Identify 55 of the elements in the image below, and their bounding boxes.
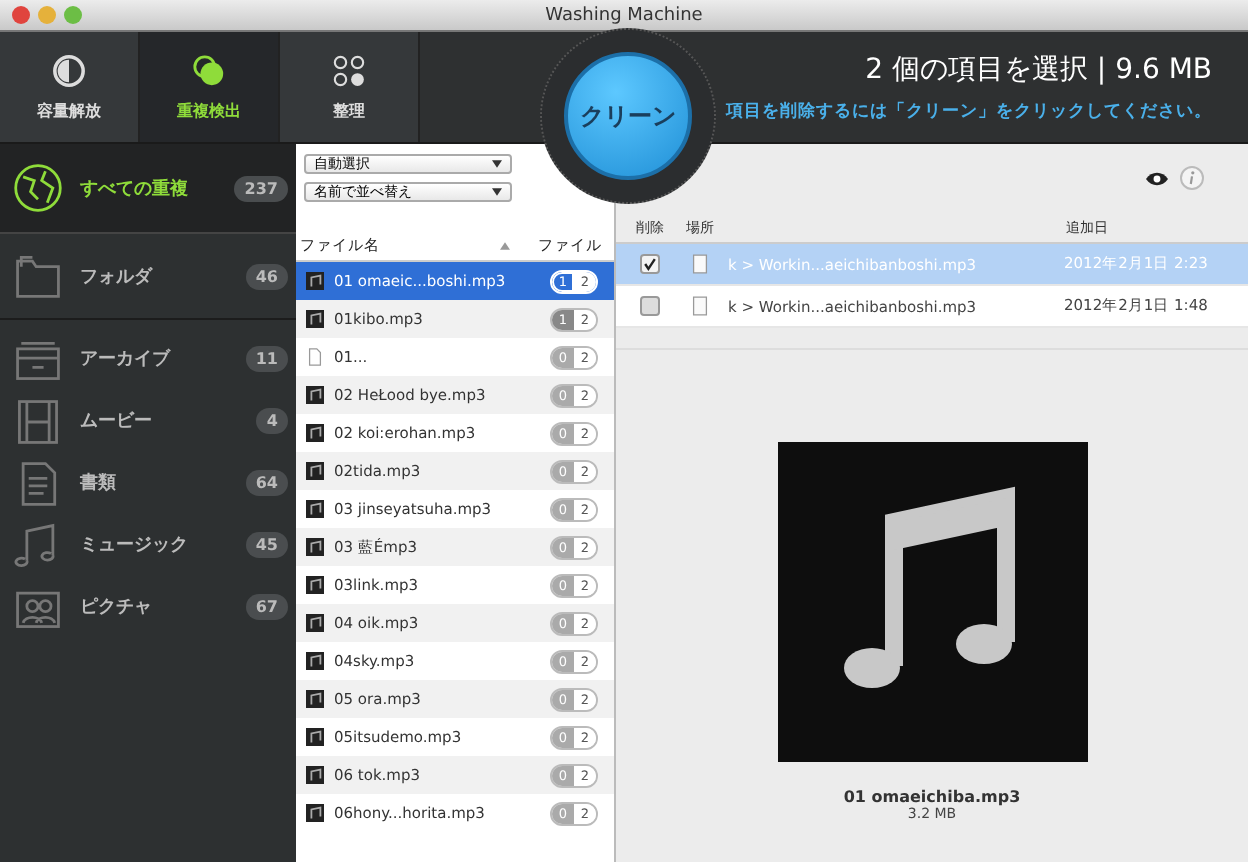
window-title: Washing Machine xyxy=(545,5,703,25)
count-badge: 64 xyxy=(245,470,288,496)
info-icon[interactable] xyxy=(1180,166,1204,190)
eye-icon[interactable] xyxy=(1146,171,1168,185)
delete-checkbox[interactable] xyxy=(640,296,660,316)
file-icon xyxy=(692,254,708,274)
sidebar-item[interactable]: 書類 64 xyxy=(0,452,296,514)
circles-icon xyxy=(192,53,226,87)
preview-file-name: 01 omaeichiba.mp3 xyxy=(843,788,1021,806)
zoom-button[interactable] xyxy=(64,6,82,24)
file-icon xyxy=(692,296,708,316)
selection-summary: 2 個の項目を選択 | 9.6 MB xyxy=(865,51,1212,87)
music-file-icon xyxy=(306,386,324,404)
sidebar-item[interactable]: ピクチャ 67 xyxy=(0,576,296,638)
music-file-icon xyxy=(306,462,324,480)
close-button[interactable] xyxy=(12,6,30,24)
count-badge: 11 xyxy=(245,346,288,372)
toolbar-tab[interactable]: 重複検出 xyxy=(140,32,280,142)
film-icon xyxy=(12,395,64,447)
sort-arrow-icon xyxy=(500,241,510,249)
folder-icon xyxy=(12,250,64,302)
sidebar-item[interactable]: すべての重複 237 xyxy=(0,144,296,234)
count-badge: 46 xyxy=(245,263,288,289)
count-badge: 4 xyxy=(256,408,288,434)
sidebar-item[interactable]: ミュージック 45 xyxy=(0,514,296,576)
toolbar-tab[interactable]: 容量解放 xyxy=(0,32,140,142)
pie-icon xyxy=(52,53,86,87)
caret-icon xyxy=(492,188,502,196)
music-file-icon xyxy=(306,690,324,708)
minimize-button[interactable] xyxy=(38,6,56,24)
music-file-icon xyxy=(306,614,324,632)
clean-button[interactable]: クリーン xyxy=(564,52,692,180)
delete-checkbox[interactable] xyxy=(640,254,660,274)
sidebar-item[interactable]: アーカイブ 11 xyxy=(0,328,296,390)
count-badge: 45 xyxy=(245,532,288,558)
count-badge: 67 xyxy=(245,594,288,620)
caret-icon xyxy=(492,160,502,168)
music-file-icon xyxy=(306,424,324,442)
music-file-icon xyxy=(306,538,324,556)
music-file-icon xyxy=(306,728,324,746)
music-file-icon xyxy=(306,576,324,594)
music-file-icon xyxy=(306,310,324,328)
count-badge: 237 xyxy=(234,175,288,201)
clean-hint: 項目を削除するには「クリーン」をクリックしてください。 xyxy=(726,99,1212,123)
sidebar-item[interactable]: フォルダ 46 xyxy=(0,234,296,320)
file-icon xyxy=(306,348,324,366)
sidebar-item[interactable]: ムービー 4 xyxy=(0,390,296,452)
music-file-icon xyxy=(306,804,324,822)
music-file-icon xyxy=(306,500,324,518)
music-file-icon xyxy=(306,766,324,784)
music-file-icon xyxy=(306,272,324,290)
toolbar-tab[interactable]: 整理 xyxy=(280,32,420,142)
dots-icon xyxy=(332,53,366,87)
music-file-icon xyxy=(306,652,324,670)
music-note-icon xyxy=(777,442,1087,762)
